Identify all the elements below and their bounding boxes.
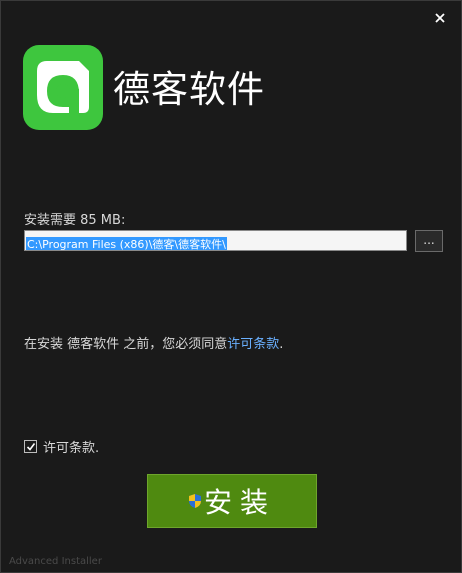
- agree-checkbox[interactable]: [24, 440, 37, 453]
- close-button[interactable]: [433, 11, 447, 25]
- install-button[interactable]: 安装: [147, 474, 317, 528]
- footer-brand: Advanced Installer: [9, 556, 102, 567]
- app-title: 德客软件: [113, 68, 265, 111]
- license-suffix: .: [279, 337, 284, 352]
- close-icon: [435, 13, 445, 23]
- license-link[interactable]: 许可条款: [227, 337, 279, 352]
- license-notice: 在安装 德客软件 之前，您必须同意许可条款.: [24, 333, 283, 352]
- agree-row[interactable]: 许可条款.: [24, 437, 99, 456]
- uac-shield-icon: [188, 493, 202, 509]
- app-logo: [23, 45, 103, 130]
- agree-label: 许可条款.: [43, 441, 100, 456]
- installer-window: 德客软件 安装需要 85 MB: C:\Program Files (x86)\…: [0, 0, 462, 573]
- install-label: 安装: [203, 486, 276, 519]
- checkmark-icon: [26, 443, 36, 451]
- install-path-value: C:\Program Files (x86)\德客\德客软件\: [26, 237, 227, 251]
- space-requirement: 安装需要 85 MB:: [24, 213, 126, 228]
- install-path-input[interactable]: C:\Program Files (x86)\德客\德客软件\: [24, 230, 407, 251]
- license-prefix: 在安装 德客软件 之前，您必须同意: [24, 337, 228, 352]
- browse-button[interactable]: ...: [415, 230, 443, 252]
